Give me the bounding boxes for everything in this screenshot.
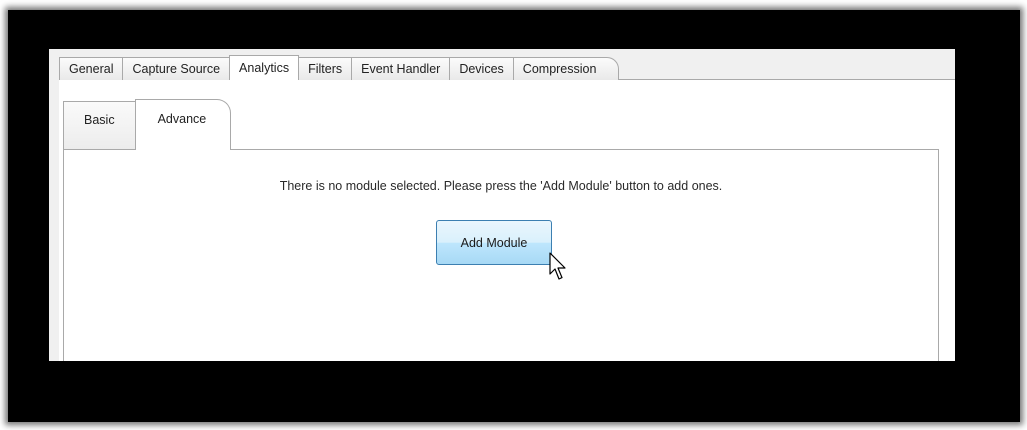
add-module-button[interactable]: Add Module [436, 220, 552, 265]
main-tab-strip: General Capture Source Analytics Filters… [59, 55, 620, 80]
tab-general[interactable]: General [59, 57, 124, 80]
arrow-cursor-icon [549, 252, 566, 280]
tab-compression[interactable]: Compression [512, 57, 620, 80]
no-module-message: There is no module selected. Please pres… [279, 179, 723, 193]
tab-devices[interactable]: Devices [449, 57, 514, 80]
subtab-advance[interactable]: Advance [134, 99, 232, 150]
advance-content-panel: There is no module selected. Please pres… [63, 149, 939, 361]
tab-filters[interactable]: Filters [298, 57, 353, 80]
analytics-subtab-strip: Basic Advance [63, 99, 232, 150]
tab-capture-source[interactable]: Capture Source [122, 57, 231, 80]
tab-event-handler[interactable]: Event Handler [351, 57, 451, 80]
subtab-basic[interactable]: Basic [63, 101, 136, 150]
settings-window: General Capture Source Analytics Filters… [49, 49, 955, 361]
tab-analytics[interactable]: Analytics [229, 55, 300, 80]
